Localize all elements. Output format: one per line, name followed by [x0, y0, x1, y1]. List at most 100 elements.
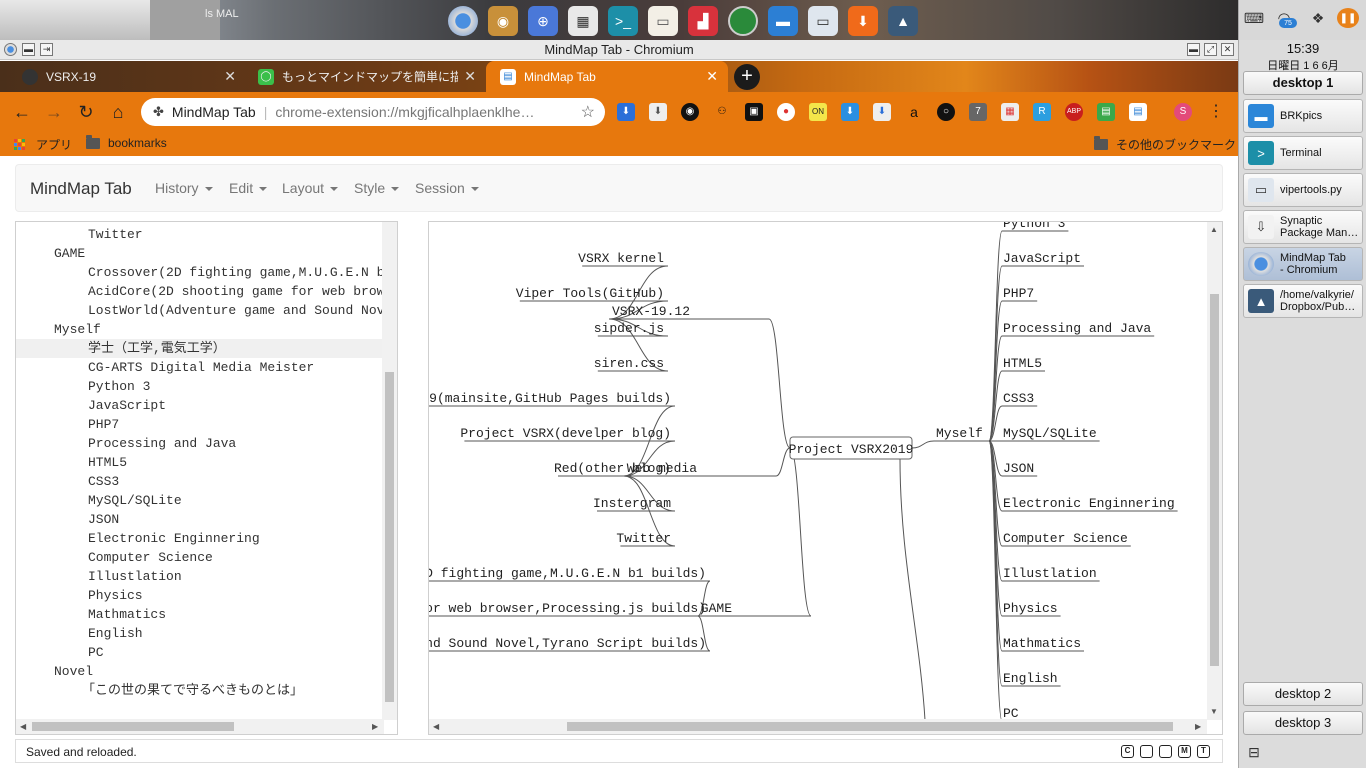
status-m-button[interactable]: M [1178, 745, 1191, 758]
mindmap-leaf-node[interactable]: Mathmatics [1003, 636, 1081, 651]
outline-line[interactable]: GAME [16, 244, 382, 263]
mindmap-canvas[interactable]: Project VSRX2019 VSRX-19.12 VSRX kernel Vip… [428, 221, 1223, 735]
outline-line[interactable]: English [16, 624, 382, 643]
outline-line[interactable]: Novel [16, 662, 382, 681]
window-dock-icon[interactable]: ▭ [808, 6, 838, 36]
scrollbar-thumb[interactable] [32, 722, 234, 731]
mindmap-leaf-node[interactable]: siren.css [594, 356, 664, 371]
mindmap-branch-node[interactable]: Myself [936, 426, 983, 441]
status-t-button[interactable]: T [1197, 745, 1210, 758]
reload-icon[interactable]: ↻ [75, 101, 97, 123]
save-extension-icon[interactable]: ⬇ [649, 103, 667, 121]
mindmap-extension-icon[interactable]: ▤ [1129, 103, 1147, 121]
outline-line[interactable]: JSON [16, 510, 382, 529]
browser-menu-icon[interactable]: ⋮ [1207, 103, 1225, 121]
task-synaptic[interactable]: ⇩ Synaptic Package Man… [1243, 210, 1363, 244]
mindmap-leaf-node[interactable]: Red(other blog) [554, 461, 671, 476]
bookmark-folder-bookmarks[interactable]: bookmarks [86, 134, 167, 150]
download-extension-icon[interactable]: ⬇ [841, 103, 859, 121]
files-dock-icon[interactable]: ▭ [648, 6, 678, 36]
outline-text-editor[interactable]: Twitter GAME Crossover(2D fighting game,… [15, 221, 398, 735]
outline-line[interactable]: Python 3 [16, 377, 382, 396]
outline-line[interactable]: Electronic Enginnering [16, 529, 382, 548]
image-viewer-dock-icon[interactable]: ▲ [888, 6, 918, 36]
mindmap-leaf-node[interactable]: Viper Tools(GitHub) [516, 286, 664, 301]
pocket-extension-icon[interactable]: ⬇ [617, 103, 635, 121]
mindmap-leaf-node[interactable]: Twitter [616, 531, 671, 546]
mindmap-leaf-node[interactable]: English [1003, 671, 1058, 686]
desktop-3-button[interactable]: desktop 3 [1243, 711, 1363, 735]
amazon-extension-icon[interactable]: a [905, 103, 923, 121]
scroll-right-icon[interactable]: ▶ [372, 722, 378, 731]
green-circle-dock-icon[interactable] [728, 6, 758, 36]
outline-line[interactable]: CG-ARTS Digital Media Meister [16, 358, 382, 377]
mindmap-leaf-node[interactable]: CSS3 [1003, 391, 1034, 406]
color-extension-icon[interactable]: ◉ [681, 103, 699, 121]
outline-line[interactable]: LostWorld(Adventure game and Sound Novel… [16, 301, 382, 320]
tab-close-icon[interactable]: ✕ [706, 68, 718, 85]
scroll-up-icon[interactable]: ▲ [1210, 225, 1218, 234]
clock[interactable]: 15:39 日曜日 1 6 6月 [1239, 40, 1366, 73]
luxe-app-dock-icon[interactable]: ⊕ [528, 6, 558, 36]
display-dock-icon[interactable]: ▬ [768, 6, 798, 36]
desktop-1-button[interactable]: desktop 1 [1243, 71, 1363, 95]
circle-extension-icon[interactable]: ○ [937, 103, 955, 121]
incognito-extension-icon[interactable]: ⚇ [713, 103, 731, 121]
task-mindmap-chromium[interactable]: MindMap Tab - Chromium [1243, 247, 1363, 281]
grid-extension-icon[interactable]: ▦ [1001, 103, 1019, 121]
outline-line[interactable]: Crossover(2D fighting game,M.U.G.E.N b1 … [16, 263, 382, 282]
mindmap-leaf-node[interactable]: Python 3 [1003, 222, 1065, 231]
status-split-button[interactable] [1159, 745, 1172, 758]
outline-line[interactable]: Mathmatics [16, 605, 382, 624]
mindmap-leaf-node[interactable]: Physics [1003, 601, 1058, 616]
mindmap-leaf-node[interactable]: VSRX kernel [578, 251, 664, 266]
download-dock-icon[interactable]: ⬇ [848, 6, 878, 36]
back-icon[interactable]: ← [11, 101, 33, 123]
mindmap-leaf-node[interactable]: PHP7 [1003, 286, 1034, 301]
outline-line[interactable]: Myself [16, 320, 382, 339]
menu-style[interactable]: Style [354, 180, 400, 196]
mindmap-leaf-node[interactable]: PC [1003, 706, 1019, 720]
mindmap-leaf-node[interactable]: sipder.js [594, 321, 664, 336]
mindmap-leaf-node[interactable]: Project VSRX(develper blog) [460, 426, 671, 441]
mindmap-leaf-node[interactable]: Crossover(2D fighting game,M.U.G.E.N b1 … [429, 566, 706, 581]
r-extension-icon[interactable]: R [1033, 103, 1051, 121]
outline-line[interactable]: Physics [16, 586, 382, 605]
mindmap-leaf-node[interactable]: Processing and Java [1003, 321, 1151, 336]
maximize-icon[interactable]: ⤢ [1204, 43, 1217, 56]
scroll-left-icon[interactable]: ◀ [20, 722, 26, 731]
status-c-button[interactable]: C [1121, 745, 1134, 758]
home-icon[interactable]: ⌂ [107, 101, 129, 123]
mindmap-leaf-node[interactable]: Electronic Enginnering [1003, 496, 1175, 511]
task-brkpics[interactable]: ▬ BRKpics [1243, 99, 1363, 133]
mindmap-branch-node[interactable]: VSRX-19.12 [612, 304, 690, 319]
profile-avatar[interactable]: S [1174, 103, 1192, 121]
menu-history[interactable]: History [155, 180, 213, 196]
pause-icon[interactable]: ❚❚ [1337, 8, 1359, 28]
map-vertical-scrollbar[interactable]: ▲ ▼ [1207, 222, 1222, 720]
scroll-down-icon[interactable]: ▼ [1210, 707, 1218, 716]
map-extension-icon[interactable]: ▤ [1097, 103, 1115, 121]
outline-line[interactable]: CSS3 [16, 472, 382, 491]
dropbox-icon[interactable]: ❖ [1307, 8, 1329, 28]
scroll-right-icon[interactable]: ▶ [1195, 722, 1201, 731]
bookmark-apps[interactable]: アプリ [14, 136, 72, 153]
mindmap-leaf-node[interactable]: MySQL/SQLite [1003, 426, 1097, 441]
forward-icon[interactable]: → [43, 101, 65, 123]
close-window-icon[interactable]: ✕ [1221, 43, 1234, 56]
mindmap-root-node[interactable]: Project VSRX2019 [789, 442, 914, 457]
seven-extension-icon[interactable]: 7 [969, 103, 987, 121]
outline-line[interactable]: 「この世の果てで守るべきものとは」 [16, 681, 382, 700]
outline-horizontal-scrollbar[interactable]: ◀ ▶ [16, 719, 384, 734]
status-layout-button[interactable] [1140, 745, 1153, 758]
chromium-dock-icon[interactable] [448, 6, 478, 36]
outline-line[interactable]: PC [16, 643, 382, 662]
menu-edit[interactable]: Edit [229, 180, 268, 196]
mindmap-leaf-node[interactable]: AcidCore(2D shooting game for web browse… [429, 601, 706, 616]
spreadsheet-dock-icon[interactable]: ▦ [568, 6, 598, 36]
outline-line[interactable]: MySQL/SQLite [16, 491, 382, 510]
scroll-left-icon[interactable]: ◀ [433, 722, 439, 731]
menu-session[interactable]: Session [415, 180, 479, 196]
minimize-icon[interactable]: ▬ [1187, 43, 1200, 56]
tab-close-icon[interactable]: ✕ [464, 68, 476, 85]
